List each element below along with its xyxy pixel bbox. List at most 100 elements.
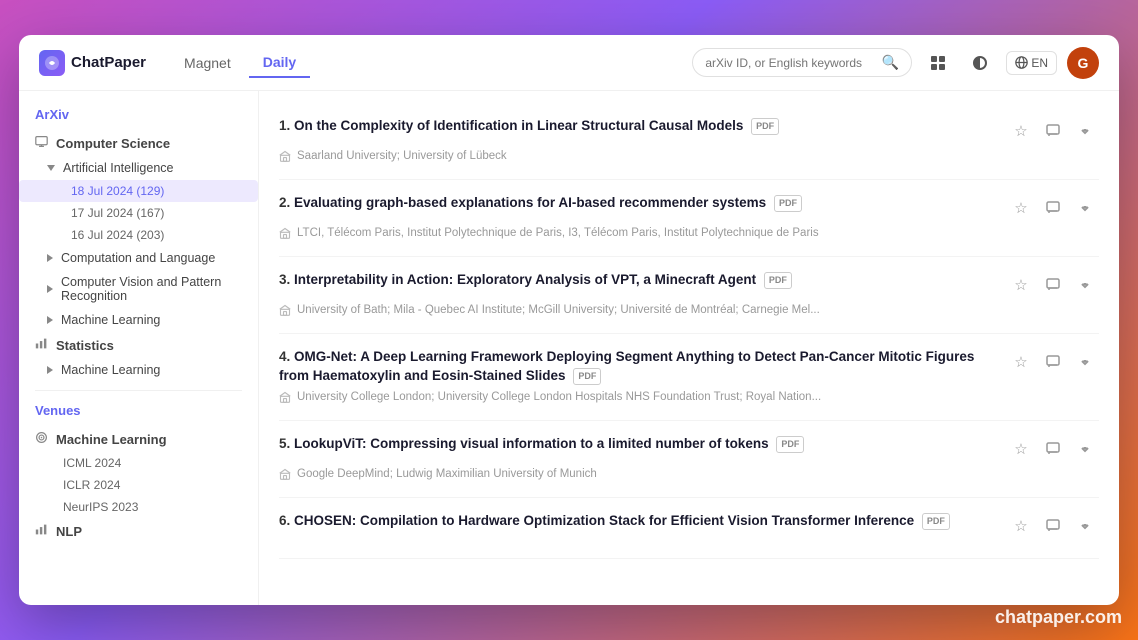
paper-title-text-1[interactable]: On the Complexity of Identification in L… (294, 118, 743, 133)
pdf-badge-5[interactable]: PDF (776, 436, 804, 453)
lang-label: EN (1031, 56, 1048, 70)
paper-title-text-5[interactable]: LookupViT: Compressing visual informatio… (294, 436, 769, 451)
paper-title-text-3[interactable]: Interpretability in Action: Exploratory … (294, 272, 756, 287)
app-window: ChatPaper Magnet Daily 🔍 (19, 35, 1119, 605)
paper-meta-4: University College London; University Co… (279, 390, 1099, 406)
paper-number-5: 5. (279, 436, 290, 451)
sidebar-item-computer-science[interactable]: Computer Science (19, 130, 258, 156)
expand-icon (47, 165, 55, 171)
search-box: 🔍 (692, 48, 912, 77)
dark-mode-button[interactable] (964, 47, 996, 79)
ai-label: Artificial Intelligence (63, 161, 173, 175)
sidebar-item-computation-language[interactable]: Computation and Language (47, 246, 258, 270)
paper-title-2: 2. Evaluating graph-based explanations f… (279, 194, 999, 213)
star-button-5[interactable]: ☆ (1007, 435, 1035, 463)
pdf-badge-2[interactable]: PDF (774, 195, 802, 212)
search-icon[interactable]: 🔍 (882, 54, 899, 71)
star-button-6[interactable]: ☆ (1007, 512, 1035, 540)
paper-title-3: 3. Interpretability in Action: Explorato… (279, 271, 999, 290)
star-button-2[interactable]: ☆ (1007, 194, 1035, 222)
logo-area: ChatPaper (39, 50, 146, 76)
paper-item-5: 5. LookupViT: Compressing visual informa… (279, 421, 1099, 498)
paper-title-5: 5. LookupViT: Compressing visual informa… (279, 435, 999, 454)
sidebar-item-ai[interactable]: Artificial Intelligence (47, 156, 258, 180)
sidebar-item-16jul[interactable]: 16 Jul 2024 (203) (19, 224, 258, 246)
paper-meta-2: LTCI, Télécom Paris, Institut Polytechni… (279, 226, 1099, 242)
paper-title-text-6[interactable]: CHOSEN: Compilation to Hardware Optimiza… (294, 513, 914, 528)
expand-button-2[interactable] (1071, 194, 1099, 222)
grid-view-button[interactable] (922, 47, 954, 79)
sidebar-item-neurips2023[interactable]: NeurIPS 2023 (19, 496, 258, 518)
expand-button-1[interactable] (1071, 117, 1099, 145)
comment-button-1[interactable] (1039, 117, 1067, 145)
tab-magnet[interactable]: Magnet (170, 48, 245, 78)
paper-title-1: 1. On the Complexity of Identification i… (279, 117, 999, 136)
sidebar-item-computer-vision[interactable]: Computer Vision and Pattern Recognition (47, 270, 258, 308)
institution-icon-5 (279, 468, 291, 483)
nav-tabs: Magnet Daily (170, 48, 310, 78)
user-avatar[interactable]: G (1067, 47, 1099, 79)
paper-actions-3: ☆ (1007, 271, 1099, 299)
logo-text: ChatPaper (71, 54, 146, 71)
expand-button-4[interactable] (1071, 348, 1099, 376)
collapse-icon-cv (47, 285, 53, 293)
sidebar-item-machine-learning-cs[interactable]: Machine Learning (47, 308, 258, 332)
paper-meta-3: University of Bath; Mila - Quebec AI Ins… (279, 303, 1099, 319)
main-content: ArXiv Computer Science Artificial Intell… (19, 91, 1119, 605)
chart-icon-nlp (35, 523, 48, 539)
header: ChatPaper Magnet Daily 🔍 (19, 35, 1119, 91)
comment-button-4[interactable] (1039, 348, 1067, 376)
ai-group-header[interactable]: Artificial Intelligence (19, 156, 258, 180)
pdf-badge-3[interactable]: PDF (764, 272, 792, 289)
collapse-icon (47, 254, 53, 262)
sidebar-item-statistics[interactable]: Statistics (19, 332, 258, 358)
star-button-3[interactable]: ☆ (1007, 271, 1035, 299)
paper-title-row-3: 3. Interpretability in Action: Explorato… (279, 271, 1099, 299)
venues-section-title: Venues (19, 399, 258, 426)
sidebar-item-icml2024[interactable]: ICML 2024 (19, 452, 258, 474)
sidebar-item-iclr2024[interactable]: ICLR 2024 (19, 474, 258, 496)
computer-science-label: Computer Science (56, 136, 170, 151)
comment-button-6[interactable] (1039, 512, 1067, 540)
watermark: chatpaper.com (995, 607, 1122, 628)
sidebar-item-nlp-venues[interactable]: NLP (19, 518, 258, 544)
expand-button-5[interactable] (1071, 435, 1099, 463)
paper-affiliation-1: Saarland University; University of Lübec… (297, 149, 507, 164)
paper-item-1: 1. On the Complexity of Identification i… (279, 103, 1099, 180)
sidebar-item-17jul[interactable]: 17 Jul 2024 (167) (19, 202, 258, 224)
sidebar-divider (35, 390, 242, 391)
star-button-4[interactable]: ☆ (1007, 348, 1035, 376)
paper-number-1: 1. (279, 118, 290, 133)
comment-button-3[interactable] (1039, 271, 1067, 299)
sidebar-item-ml-venues[interactable]: Machine Learning (19, 426, 258, 452)
ml-venues-label: Machine Learning (56, 432, 167, 447)
expand-button-3[interactable] (1071, 271, 1099, 299)
statistics-label: Statistics (56, 338, 114, 353)
paper-actions-6: ☆ (1007, 512, 1099, 540)
paper-meta-5: Google DeepMind; Ludwig Maximilian Unive… (279, 467, 1099, 483)
paper-title-text-2[interactable]: Evaluating graph-based explanations for … (294, 195, 766, 210)
paper-title-text-4[interactable]: OMG-Net: A Deep Learning Framework Deplo… (279, 349, 974, 383)
paper-actions-2: ☆ (1007, 194, 1099, 222)
logo-icon (39, 50, 65, 76)
paper-item-4: 4. OMG-Net: A Deep Learning Framework De… (279, 334, 1099, 421)
expand-button-6[interactable] (1071, 512, 1099, 540)
tab-daily[interactable]: Daily (249, 48, 310, 78)
pdf-badge-4[interactable]: PDF (573, 368, 601, 385)
paper-number-6: 6. (279, 513, 290, 528)
language-button[interactable]: EN (1006, 51, 1057, 75)
chart-icon-stats (35, 337, 48, 353)
pdf-badge-6[interactable]: PDF (922, 513, 950, 530)
sidebar-item-machine-learning-stat[interactable]: Machine Learning (47, 358, 258, 382)
pdf-badge-1[interactable]: PDF (751, 118, 779, 135)
sidebar-item-18jul[interactable]: 18 Jul 2024 (129) (19, 180, 258, 202)
paper-list: 1. On the Complexity of Identification i… (259, 91, 1119, 605)
nlp-venues-label: NLP (56, 524, 82, 539)
paper-affiliation-3: University of Bath; Mila - Quebec AI Ins… (297, 303, 820, 318)
comment-button-5[interactable] (1039, 435, 1067, 463)
star-button-1[interactable]: ☆ (1007, 117, 1035, 145)
comment-button-2[interactable] (1039, 194, 1067, 222)
search-input[interactable] (705, 56, 876, 70)
machine-learning-cs-label: Machine Learning (61, 313, 160, 327)
institution-icon-3 (279, 304, 291, 319)
